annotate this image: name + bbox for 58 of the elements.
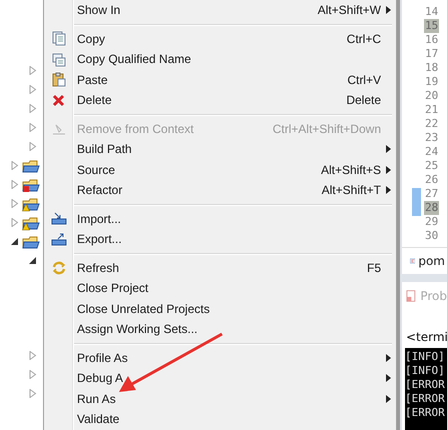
menu-item[interactable]: Close Unrelated Projects: [44, 298, 396, 319]
menu-item[interactable]: Refactor Alt+Shift+T: [44, 180, 396, 200]
menu-item[interactable]: Copy Qualified Name: [44, 49, 396, 70]
line-number: 22: [424, 117, 440, 131]
copy-icon: [52, 52, 66, 67]
menu-item[interactable]: Copy Ctrl+C: [44, 28, 396, 49]
line-number: 23: [424, 131, 440, 145]
console-line: [ERROR: [405, 406, 446, 420]
menu-item[interactable]: Build Path: [44, 139, 396, 160]
menu-item[interactable]: Export...: [44, 229, 396, 250]
project-folder-icon: [22, 196, 40, 212]
console-title: <termi: [406, 330, 447, 344]
menu-item[interactable]: Validate: [44, 409, 396, 430]
line-number: 17: [424, 47, 440, 61]
line-number: 21: [424, 103, 440, 117]
change-marker: [412, 188, 421, 216]
project-folder-icon: [22, 176, 40, 192]
console-line: [INFO]: [405, 364, 446, 378]
expander-icon[interactable]: [11, 237, 19, 246]
line-number: 26: [424, 173, 440, 187]
editor-tab[interactable]: pom: [402, 247, 447, 274]
menu-item[interactable]: Paste Ctrl+V: [44, 70, 396, 90]
copy-icon: [52, 31, 66, 46]
line-number: 20: [424, 89, 440, 103]
menu-item[interactable]: Run As: [44, 388, 396, 409]
line-number: 30: [424, 229, 440, 243]
project-folder-icon: [22, 214, 40, 230]
delete-icon: [52, 94, 65, 107]
import-icon: [50, 212, 66, 226]
console-line: [ERROR: [405, 392, 446, 406]
menu-item[interactable]: Delete Delete: [44, 90, 396, 110]
line-number: 29: [424, 215, 440, 229]
console-line: [INFO]: [405, 350, 446, 364]
menu-item[interactable]: Show In Alt+Shift+W: [44, 0, 396, 20]
line-number: 18: [424, 61, 440, 75]
project-folder-icon: [22, 234, 40, 250]
menu-item[interactable]: Refresh F5: [44, 258, 396, 278]
menu-item[interactable]: Import...: [44, 208, 396, 229]
menu-item[interactable]: Assign Working Sets...: [44, 319, 396, 340]
line-number: 16: [424, 33, 440, 47]
line-number: 27: [424, 187, 440, 201]
console-line: [ERROR: [405, 378, 446, 392]
menu-item[interactable]: Close Project: [44, 278, 396, 298]
menu-item[interactable]: Debug A: [44, 368, 396, 388]
line-number: 14: [424, 5, 440, 19]
problems-icon: [406, 288, 418, 304]
line-number: 25: [424, 159, 440, 173]
export-icon: [50, 232, 66, 246]
project-folder-icon: [22, 158, 40, 174]
menu-item[interactable]: Source Alt+Shift+S: [44, 160, 396, 180]
line-number: 19: [424, 75, 440, 89]
menu-item[interactable]: Profile As: [44, 348, 396, 368]
clipboard-icon: [52, 72, 66, 88]
line-number: 24: [424, 145, 440, 159]
expander-icon[interactable]: [29, 256, 37, 265]
refresh-icon: [52, 260, 66, 275]
line-number: 15: [424, 19, 440, 33]
line-number: 28: [424, 201, 440, 215]
